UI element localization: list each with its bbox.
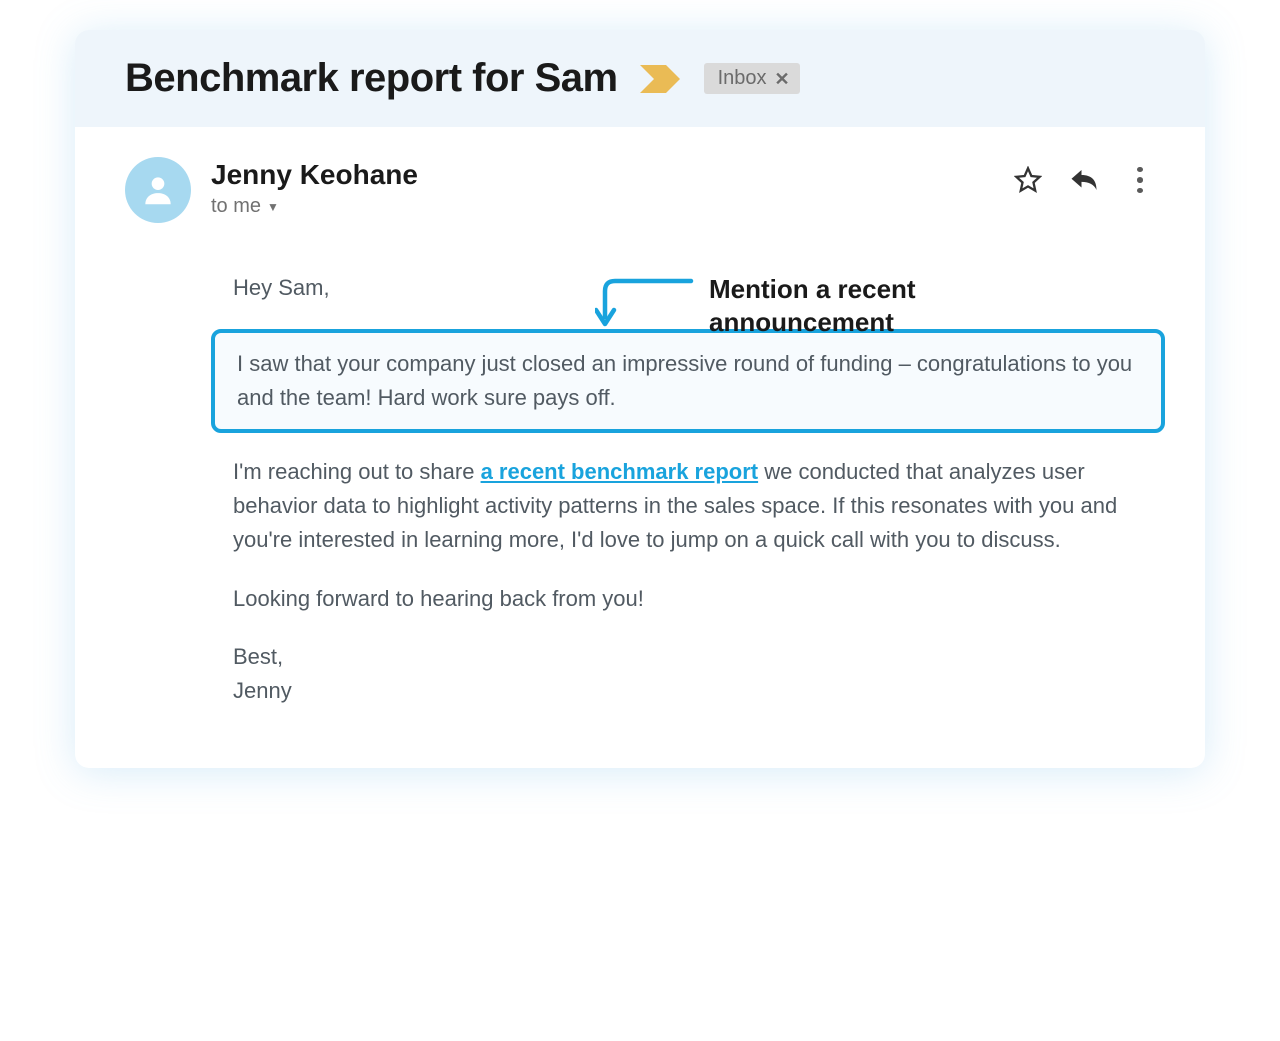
highlighted-text: I saw that your company just closed an i… [237, 351, 1132, 410]
paragraph-2: I'm reaching out to share a recent bench… [233, 455, 1155, 557]
signoff-closing: Best, [233, 640, 1155, 674]
signoff: Best, Jenny [233, 640, 1155, 708]
reply-icon[interactable] [1069, 165, 1099, 195]
star-icon[interactable] [1013, 165, 1043, 195]
email-body-content: Hey Sam, Mention a recentannouncement I … [233, 271, 1155, 708]
benchmark-report-link[interactable]: a recent benchmark report [481, 459, 759, 484]
inbox-label-chip[interactable]: Inbox ✕ [704, 63, 800, 94]
email-subject: Benchmark report for Sam [125, 56, 618, 101]
close-icon[interactable]: ✕ [775, 70, 790, 88]
sender-info: Jenny Keohane to me ▼ [211, 157, 993, 218]
email-actions [1013, 165, 1155, 195]
email-header: Benchmark report for Sam Inbox ✕ [75, 30, 1205, 127]
email-body-section: Jenny Keohane to me ▼ [75, 127, 1205, 768]
highlighted-paragraph: Mention a recentannouncement I saw that … [211, 329, 1165, 433]
p2-pre: I'm reaching out to share [233, 459, 481, 484]
annotation-callout: Mention a recentannouncement [595, 275, 969, 338]
chevron-down-icon: ▼ [267, 200, 279, 214]
inbox-label-text: Inbox [718, 67, 767, 90]
recipient-dropdown[interactable]: to me ▼ [211, 195, 993, 218]
recipient-text: to me [211, 195, 261, 218]
more-options-icon[interactable] [1125, 165, 1155, 195]
sender-row: Jenny Keohane to me ▼ [125, 157, 1155, 223]
avatar[interactable] [125, 157, 191, 223]
email-card: Benchmark report for Sam Inbox ✕ Jenny K… [75, 30, 1205, 768]
importance-marker-icon[interactable] [638, 61, 684, 97]
sender-name: Jenny Keohane [211, 159, 993, 191]
annotation-label: Mention a recentannouncement [709, 273, 969, 338]
paragraph-3: Looking forward to hearing back from you… [233, 582, 1155, 616]
arrow-icon [595, 275, 695, 333]
signoff-name: Jenny [233, 674, 1155, 708]
